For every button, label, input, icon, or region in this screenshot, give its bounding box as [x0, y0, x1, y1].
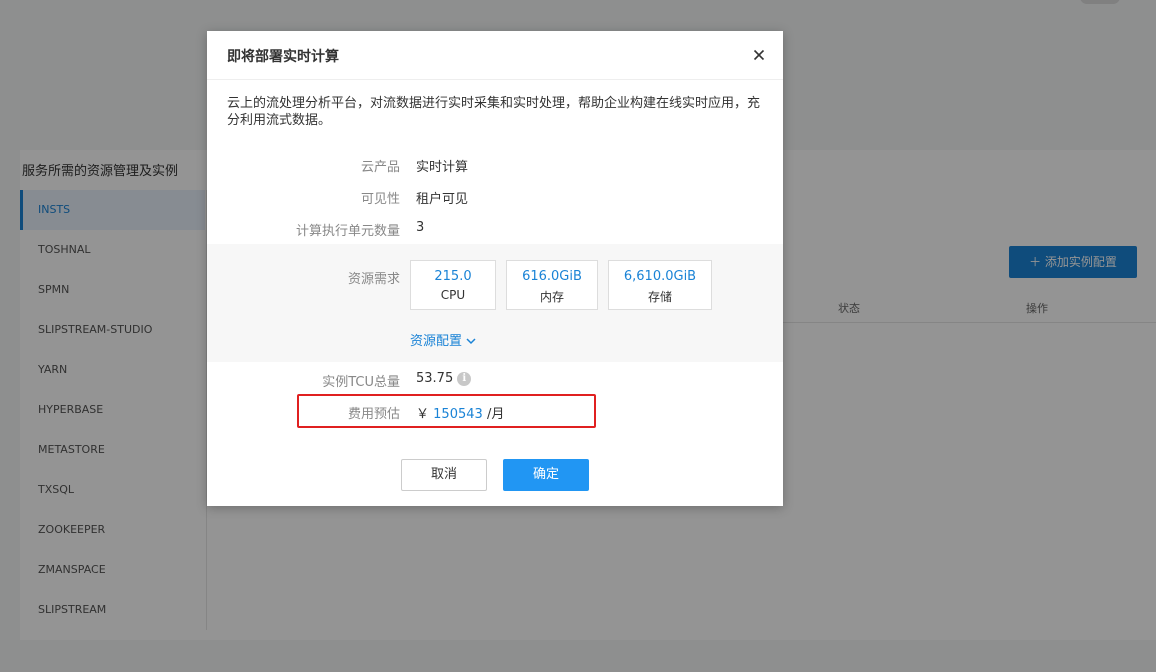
product-label: 云产品 — [360, 160, 400, 175]
confirm-button[interactable]: 确定 — [503, 459, 589, 491]
dialog-header: 即将部署实时计算 — [207, 31, 783, 80]
cost-amount: 150543 — [433, 407, 483, 422]
tcu-value-row: 53.75 i — [416, 371, 472, 386]
storage-card: 6,610.0GiB 存储 — [608, 260, 712, 310]
memory-card: 616.0GiB 内存 — [506, 260, 598, 310]
product-value: 实时计算 — [416, 160, 469, 175]
resource-config-label: 资源配置 — [410, 334, 463, 349]
memory-unit: 内存 — [539, 290, 564, 304]
tcu-value: 53.75 — [416, 371, 454, 386]
info-icon[interactable]: i — [457, 372, 472, 386]
dialog-description: 云上的流处理分析平台，对流数据进行实时采集和实时处理，帮助企业构建在线实时应用，… — [227, 96, 761, 128]
cost-currency: ￥ — [416, 407, 430, 422]
close-icon[interactable] — [749, 45, 769, 65]
tcu-label: 实例TCU总量 — [322, 375, 400, 390]
resource-config-link[interactable]: 资源配置 — [410, 330, 477, 349]
units-label: 计算执行单元数量 — [295, 224, 400, 239]
cpu-card: 215.0 CPU — [410, 260, 496, 310]
cpu-value: 215.0 — [434, 269, 472, 284]
visibility-value: 租户可见 — [416, 192, 469, 207]
cost-value-row: ￥ 150543 /月 — [416, 403, 504, 422]
chevron-down-icon — [466, 338, 476, 345]
resources-label: 资源需求 — [347, 272, 400, 287]
cpu-unit: CPU — [440, 288, 466, 302]
deploy-dialog: 即将部署实时计算 云上的流处理分析平台，对流数据进行实时采集和实时处理，帮助企业… — [207, 31, 783, 506]
cancel-button[interactable]: 取消 — [401, 459, 487, 491]
storage-unit: 存储 — [647, 290, 672, 304]
cost-period: /月 — [486, 407, 505, 422]
memory-value: 616.0GiB — [522, 269, 582, 284]
units-value: 3 — [416, 220, 425, 235]
storage-value: 6,610.0GiB — [623, 269, 697, 284]
dialog-title: 即将部署实时计算 — [227, 49, 339, 65]
visibility-label: 可见性 — [360, 192, 400, 207]
cost-label: 费用预估 — [347, 407, 400, 422]
